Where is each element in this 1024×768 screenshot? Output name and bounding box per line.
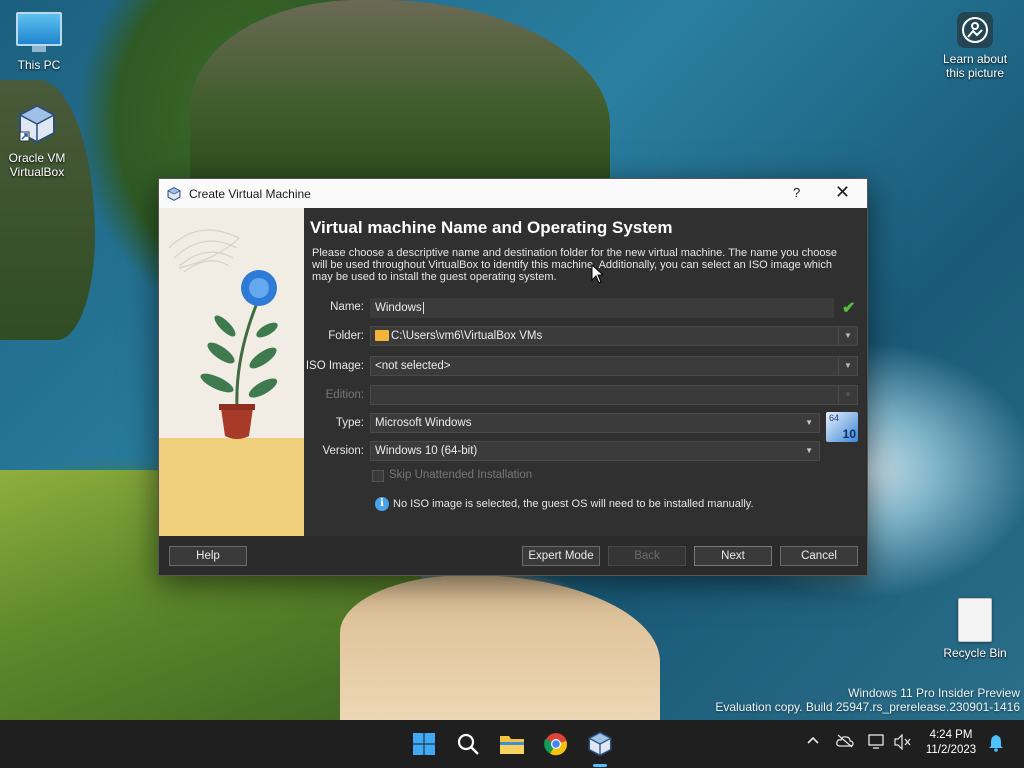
windows-watermark: Windows 11 Pro Insider Preview Evaluatio… — [715, 686, 1020, 714]
mouse-pointer-icon — [591, 264, 603, 284]
folder-value: C:\Users\vm6\VirtualBox VMs — [391, 330, 543, 342]
expert-mode-button[interactable]: Expert Mode — [522, 546, 600, 566]
iso-info-message: No ISO image is selected, the guest OS w… — [393, 498, 754, 510]
desktop-icon-label: Recycle Bin — [943, 646, 1007, 660]
iso-image-value: <not selected> — [375, 360, 451, 372]
cancel-button[interactable]: Cancel — [780, 546, 858, 566]
dialog-button-bar: Help Expert Mode Back Next Cancel — [159, 536, 867, 575]
os-badge-version: 10 — [842, 427, 856, 441]
windows-start-icon[interactable] — [409, 729, 439, 759]
search-icon[interactable] — [453, 729, 483, 759]
desktop-icon-virtualbox[interactable]: Oracle VM VirtualBox — [2, 104, 72, 179]
onedrive-offline-icon[interactable] — [836, 734, 854, 751]
taskbar: 4:24 PM 11/2/2023 — [0, 720, 1024, 768]
learn-about-picture-icon — [957, 12, 993, 48]
virtualbox-taskbar-icon[interactable] — [585, 729, 615, 759]
edition-label: Edition: — [325, 389, 364, 401]
network-icon[interactable] — [868, 734, 886, 753]
watermark-build: Evaluation copy. Build 25947.rs_prerelea… — [715, 700, 1020, 714]
active-app-indicator — [593, 764, 607, 767]
clock-date: 11/2/2023 — [925, 744, 977, 756]
skip-unattended-checkbox — [372, 470, 384, 482]
folder-combo[interactable]: C:\Users\vm6\VirtualBox VMs ▼ — [370, 326, 858, 346]
text-cursor — [422, 302, 424, 314]
close-icon[interactable]: ✕ — [835, 182, 850, 203]
skip-unattended-label: Skip Unattended Installation — [389, 469, 533, 481]
folder-label: Folder: — [328, 330, 364, 342]
info-icon: i — [375, 497, 389, 511]
dialog-title: Create Virtual Machine — [189, 186, 311, 201]
clock-time: 4:24 PM — [929, 729, 973, 741]
file-explorer-icon[interactable] — [497, 729, 527, 759]
monitor-icon — [16, 12, 62, 52]
recycle-bin-icon — [958, 598, 992, 642]
desktop-icon-label: This PC — [17, 58, 61, 72]
chevron-down-icon: ▼ — [805, 446, 813, 455]
chevron-down-icon[interactable]: ▼ — [838, 357, 857, 375]
version-label: Version: — [322, 445, 364, 457]
os-windows-10-icon: 64 10 — [826, 412, 858, 442]
desktop-icon-label: Oracle VM VirtualBox — [8, 151, 66, 179]
back-button: Back — [608, 546, 686, 566]
system-clock[interactable]: 4:24 PM 11/2/2023 — [920, 728, 982, 758]
wizard-content: Virtual machine Name and Operating Syste… — [304, 208, 866, 536]
type-value: Microsoft Windows — [375, 417, 472, 429]
wizard-illustration — [159, 208, 304, 536]
os-badge-bits: 64 — [829, 413, 840, 423]
create-vm-dialog: Create Virtual Machine ? ✕ Virtual machi… — [158, 178, 868, 576]
name-input-value: Windows — [375, 302, 422, 314]
edition-combo: ▼ — [370, 385, 858, 405]
name-label: Name: — [330, 301, 364, 313]
chevron-up-icon[interactable] — [806, 734, 820, 751]
help-question-icon[interactable]: ? — [793, 185, 800, 200]
chrome-icon[interactable] — [541, 729, 571, 759]
desktop-icon-learn-about-picture[interactable]: Learn about this picture — [940, 12, 1010, 80]
version-value: Windows 10 (64-bit) — [375, 445, 478, 457]
watermark-edition: Windows 11 Pro Insider Preview — [848, 686, 1020, 700]
type-label: Type: — [335, 417, 364, 429]
help-button[interactable]: Help — [169, 546, 247, 566]
folder-icon — [375, 330, 389, 341]
page-heading: Virtual machine Name and Operating Syste… — [310, 218, 673, 237]
volume-muted-icon[interactable] — [894, 733, 912, 753]
notification-bell-icon[interactable] — [988, 734, 1004, 755]
iso-image-combo[interactable]: <not selected> ▼ — [370, 356, 858, 376]
version-combo[interactable]: Windows 10 (64-bit) ▼ — [370, 441, 820, 461]
desktop-icon-this-pc[interactable]: This PC — [4, 12, 74, 72]
wallpaper-beach — [340, 575, 660, 720]
desktop-icon-recycle-bin[interactable]: Recycle Bin — [940, 598, 1010, 660]
desktop-icon-label: Learn about this picture — [942, 52, 1008, 80]
valid-check-icon: ✔ — [842, 300, 856, 317]
wallpaper-cliff — [190, 0, 610, 180]
name-input[interactable]: Windows — [370, 298, 834, 318]
next-button[interactable]: Next — [694, 546, 772, 566]
page-description: Please choose a descriptive name and des… — [312, 247, 838, 283]
chevron-down-icon: ▼ — [838, 386, 857, 404]
iso-image-label: ISO Image: — [305, 360, 364, 372]
chevron-down-icon[interactable]: ▼ — [838, 327, 857, 345]
dialog-titlebar[interactable]: Create Virtual Machine ? ✕ — [159, 179, 867, 208]
type-combo[interactable]: Microsoft Windows ▼ — [370, 413, 820, 433]
virtualbox-icon — [2, 104, 72, 147]
chevron-down-icon: ▼ — [805, 418, 813, 427]
virtualbox-icon — [167, 186, 181, 201]
